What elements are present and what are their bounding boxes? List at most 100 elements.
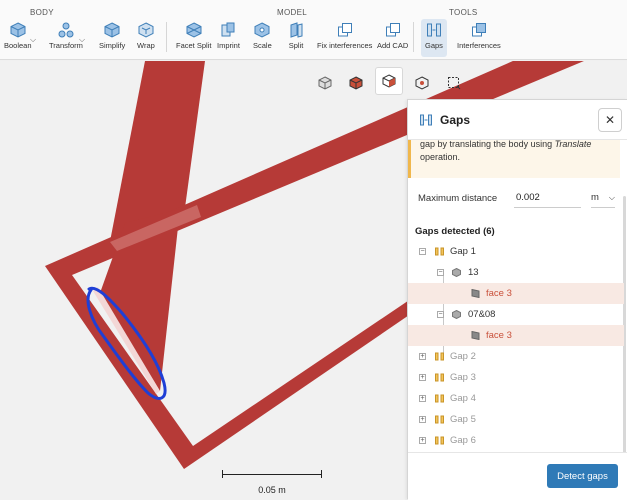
simplify-label: Simplify [99,41,126,50]
close-icon: ✕ [604,113,616,127]
imprint-label: Imprint [217,41,240,50]
body-icon [452,310,461,319]
wrap-label: Wrap [137,41,155,50]
detect-gaps-button[interactable]: Detect gaps [547,464,618,488]
add-cad-icon [385,23,400,37]
scale-icon [254,22,270,38]
gaps-tree: − Gap 1 − 13 face 3 − 07&08 face 3 + Gap… [408,241,624,451]
face-select-icon[interactable] [375,67,403,95]
fix-interferences-icon [337,23,352,37]
gaps-button[interactable]: Gaps [421,19,447,57]
panel-footer: Detect gaps [408,452,627,500]
facet-split-label: Facet Split [176,41,212,50]
tree-item-label: Gap 5 [450,414,476,425]
tree-item-label: face 3 [486,330,512,341]
scale-label: 0.05 m [258,485,286,495]
transform-button[interactable]: Transform [49,22,83,50]
facet-split-button[interactable]: Facet Split [176,22,211,50]
gaps-icon [420,114,432,125]
unit-select[interactable]: m ⌵ [591,188,615,208]
tree-item-label: 07&08 [468,309,496,320]
gaps-icon [426,23,441,37]
unit-value: m [591,192,599,203]
tree-item-gap-2[interactable]: + Gap 2 [408,346,624,367]
tree-item-gap-1[interactable]: − Gap 1 [408,241,624,262]
gaps-panel: Gaps ✕ gap by translating the body using… [407,99,627,500]
info-text: gap by translating the body using [420,140,555,149]
boolean-label: Boolean [4,41,32,50]
tree-item-label: 13 [468,267,479,278]
max-distance-row: Maximum distance m ⌵ [418,186,618,210]
toolbar-divider [166,22,167,52]
max-distance-label: Maximum distance [418,192,498,204]
add-cad-button[interactable]: Add CAD [377,22,408,50]
fix-interferences-label: Fix interferences [317,41,373,50]
tree-item-body-13[interactable]: − 13 [408,262,624,283]
tree-item-face[interactable]: face 3 [408,325,624,346]
max-distance-input[interactable] [514,188,581,208]
view-cube-icon[interactable] [311,69,339,97]
expand-icon[interactable]: + [419,353,426,360]
expand-icon[interactable]: + [419,395,426,402]
face-icon [471,289,480,298]
imprint-icon [221,22,235,37]
split-button[interactable]: Split [288,22,304,50]
gap-icon [435,436,444,445]
tree-item-gap-4[interactable]: + Gap 4 [408,388,624,409]
tree-item-label: Gap 2 [450,351,476,362]
info-text-end: operation. [420,152,461,162]
box-select-icon[interactable] [440,69,468,97]
collapse-icon[interactable]: − [437,269,444,276]
expand-icon[interactable]: + [419,437,426,444]
gap-icon [435,373,444,382]
panel-header: Gaps ✕ [408,100,627,140]
collapse-icon[interactable]: − [437,311,444,318]
face-icon [471,331,480,340]
group-title-model: MODEL [277,8,307,17]
wrap-icon [138,22,154,38]
toolbar: BODY MODEL TOOLS Boolean ⌵ Transform ⌵ S… [0,0,627,60]
scale-button[interactable]: Scale [253,22,272,50]
tree-item-gap-5[interactable]: + Gap 5 [408,409,624,430]
transform-label: Transform [49,41,83,50]
facet-split-icon [186,22,202,38]
group-title-tools: TOOLS [449,8,478,17]
imprint-button[interactable]: Imprint [217,22,240,50]
boolean-button[interactable]: Boolean [4,22,32,50]
scale-bar: 0.05 m [222,468,322,498]
expand-icon[interactable]: + [419,416,426,423]
close-button[interactable]: ✕ [598,108,622,132]
collapse-icon[interactable]: − [419,248,426,255]
body-icon [452,268,461,277]
wrap-button[interactable]: Wrap [137,22,155,50]
info-message: gap by translating the body using Transl… [408,140,620,178]
tree-item-face[interactable]: face 3 [408,283,624,304]
transform-icon [58,22,74,38]
boolean-chevron-down-icon[interactable]: ⌵ [30,35,36,45]
simplify-icon [104,22,120,38]
expand-icon[interactable]: + [419,374,426,381]
fix-interferences-button[interactable]: Fix interferences [317,22,372,50]
tree-item-label: face 3 [486,288,512,299]
tree-item-body-07-08[interactable]: − 07&08 [408,304,624,325]
transform-chevron-down-icon[interactable]: ⌵ [79,35,85,45]
gap-icon [435,247,444,256]
tree-item-gap-6[interactable]: + Gap 6 [408,430,624,451]
tree-item-label: Gap 3 [450,372,476,383]
interferences-label: Interferences [457,41,501,50]
tree-item-gap-3[interactable]: + Gap 3 [408,367,624,388]
panel-title: Gaps [440,112,471,127]
solid-body-icon[interactable] [342,69,370,97]
tree-item-label: Gap 6 [450,435,476,446]
simplify-button[interactable]: Simplify [99,22,125,50]
interferences-icon [471,23,486,37]
group-title-body: BODY [30,8,54,17]
info-text-emphasis: Translate [554,140,592,149]
gap-icon [435,415,444,424]
tree-item-label: Gap 4 [450,393,476,404]
split-icon [290,22,303,38]
gaps-detected-heading: Gaps detected (6) [415,226,495,237]
toolbar-divider [413,22,414,52]
interferences-button[interactable]: Interferences [457,22,501,50]
vertex-select-icon[interactable] [408,69,436,97]
